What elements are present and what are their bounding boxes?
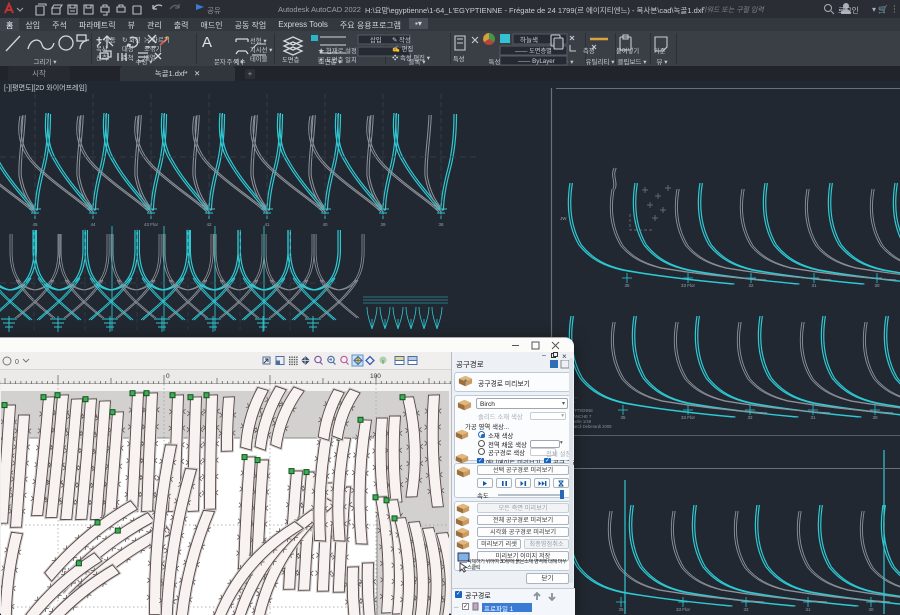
svg-text:✍ 편집: ✍ 편집: [392, 44, 413, 53]
svg-text:도면층: 도면층: [282, 55, 300, 64]
svg-text:★ 현재로 설정: ★ 현재로 설정: [318, 46, 357, 55]
svg-text:지시선 ▾: 지시선 ▾: [250, 45, 272, 54]
svg-text:30: 30: [872, 415, 878, 420]
svg-text:39: 39: [380, 222, 386, 227]
svg-text:32: 32: [747, 415, 753, 420]
svg-text:테이블: 테이블: [250, 54, 268, 63]
svg-text:35: 35: [620, 415, 626, 420]
svg-text:A: A: [202, 34, 212, 51]
svg-text:0: 0: [166, 373, 170, 380]
svg-text:42: 42: [206, 222, 212, 227]
svg-text:33 Flor: 33 Flor: [681, 283, 696, 288]
svg-text:특성: 특성: [453, 54, 465, 63]
svg-text:삽입: 삽입: [370, 35, 382, 44]
svg-text:30: 30: [874, 283, 880, 288]
svg-text:—— ByLayer: —— ByLayer: [518, 58, 555, 65]
svg-text:붙여넣기: 붙여넣기: [616, 46, 639, 55]
svg-text:측정: 측정: [583, 46, 595, 55]
svg-text:35: 35: [618, 607, 624, 612]
svg-text:40: 40: [322, 222, 328, 227]
svg-text:—— 도면층별: —— 도면층별: [515, 47, 552, 55]
svg-text:지수: 지수: [234, 57, 246, 66]
svg-text:31: 31: [805, 607, 811, 612]
svg-text:선형 ▾: 선형 ▾: [250, 36, 267, 45]
svg-text:38: 38: [438, 222, 444, 227]
svg-text:배열: 배열: [144, 53, 156, 62]
svg-text:모깎기: 모깎기: [144, 44, 161, 53]
svg-text:45: 45: [32, 222, 38, 227]
svg-text:35: 35: [624, 283, 630, 288]
svg-text:32: 32: [748, 283, 754, 288]
svg-text:JW: JW: [560, 216, 567, 221]
svg-text:복사: 복사: [96, 44, 108, 53]
svg-text:문자: 문자: [214, 57, 226, 66]
svg-text:30: 30: [868, 607, 874, 612]
svg-text:▣ 도면층 일치: ▣ 도면층 일치: [318, 55, 357, 64]
svg-text:41: 41: [264, 222, 270, 227]
svg-text:31: 31: [811, 283, 817, 288]
svg-text:33 Flor: 33 Flor: [681, 415, 696, 420]
svg-text:44: 44: [90, 222, 96, 227]
svg-text:43 Flor: 43 Flor: [144, 222, 159, 227]
svg-text:✎ 작성: ✎ 작성: [392, 35, 411, 44]
svg-text:하늘색: 하늘색: [520, 35, 538, 44]
svg-text:32: 32: [743, 607, 749, 612]
svg-text:31: 31: [810, 415, 816, 420]
svg-text:✂ 자르기: ✂ 자르기: [144, 35, 169, 44]
svg-text:❖ 속성 편집 ▾: ❖ 속성 편집 ▾: [392, 53, 430, 62]
svg-text:신축: 신축: [96, 53, 108, 62]
svg-text:33 Flor: 33 Flor: [676, 607, 691, 612]
svg-text:0: 0: [15, 359, 19, 366]
svg-text:100: 100: [370, 373, 381, 380]
svg-text:대칭: 대칭: [122, 45, 134, 53]
svg-text:↻ 회전: ↻ 회전: [122, 35, 141, 44]
svg-text:축척: 축척: [122, 53, 134, 62]
svg-text:✚ 이동: ✚ 이동: [96, 35, 116, 44]
svg-text:기준: 기준: [654, 46, 666, 55]
